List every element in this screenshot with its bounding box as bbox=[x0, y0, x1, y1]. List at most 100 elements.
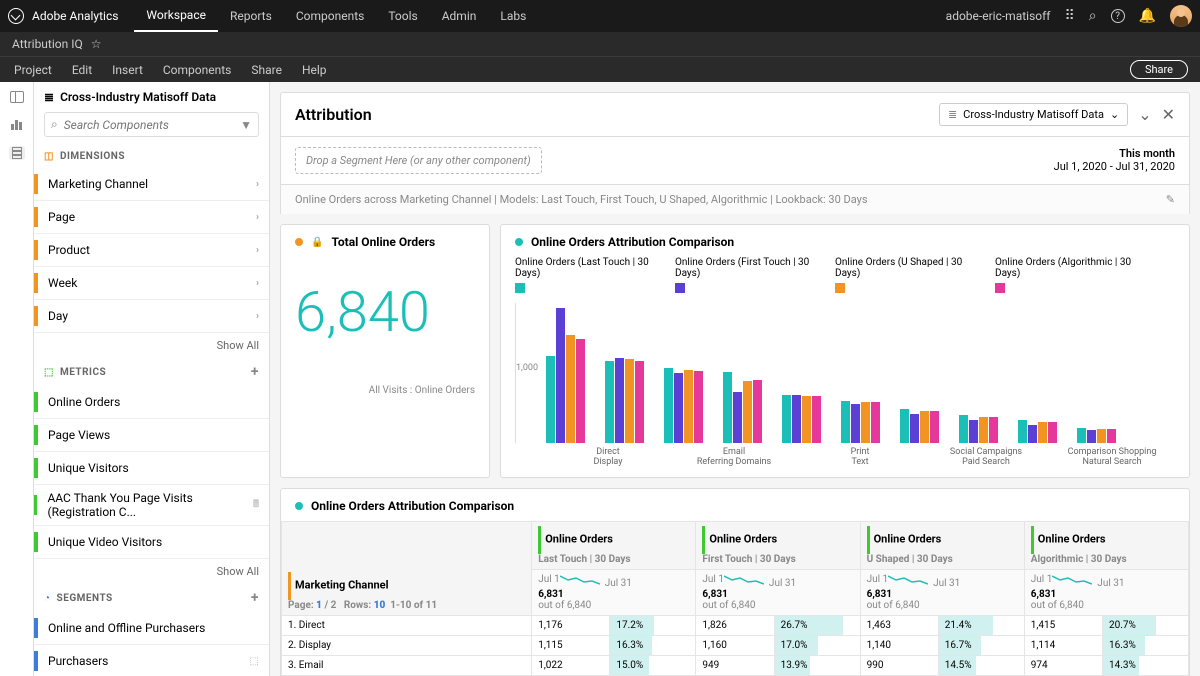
nav-labs[interactable]: Labs bbox=[488, 0, 538, 32]
seg-online-offline[interactable]: Online and Offline Purchasers bbox=[34, 612, 269, 645]
freeform-table: Marketing ChannelPage: 1 / 2 Rows: 10 1-… bbox=[281, 521, 1189, 676]
attribution-comparison-table[interactable]: Online Orders Attribution Comparison Mar… bbox=[280, 488, 1190, 676]
avatar[interactable] bbox=[1170, 5, 1192, 27]
components-sidebar: ≣ Cross-Industry Matisoff Data ⌕ ▼ ◫ DIM… bbox=[34, 82, 270, 676]
viz-dot-icon bbox=[295, 238, 303, 246]
close-icon[interactable]: ✕ bbox=[1162, 105, 1175, 124]
lock-icon: 🔒 bbox=[311, 237, 323, 248]
dim-day[interactable]: Day› bbox=[34, 300, 269, 333]
panel-dropzone-row: Drop a Segment Here (or any other compon… bbox=[280, 137, 1190, 185]
segments-header: ◔ SEGMENTS + bbox=[34, 584, 269, 612]
chevron-right-icon: › bbox=[256, 311, 259, 322]
calc-metric-icon: 🖩 bbox=[253, 497, 259, 514]
dimensions-show-all[interactable]: Show All bbox=[34, 333, 269, 358]
kpi-total-orders[interactable]: 🔒Total Online Orders 6,840 All Visits : … bbox=[280, 224, 490, 478]
nav-admin[interactable]: Admin bbox=[430, 0, 489, 32]
table-row: 2. Display1,11516.3%1,16017.0%1,14016.7%… bbox=[282, 636, 1189, 656]
nav-workspace[interactable]: Workspace bbox=[134, 0, 218, 32]
share-button[interactable]: Share bbox=[1130, 60, 1188, 79]
viz-dot-icon bbox=[295, 502, 303, 510]
segment-dropzone[interactable]: Drop a Segment Here (or any other compon… bbox=[295, 147, 542, 174]
attribution-comparison-chart[interactable]: Online Orders Attribution Comparison Onl… bbox=[500, 224, 1190, 478]
nav-tools[interactable]: Tools bbox=[376, 0, 429, 32]
search-input[interactable] bbox=[64, 118, 234, 132]
menu-share[interactable]: Share bbox=[241, 63, 292, 77]
report-suite-selector[interactable]: ≣ Cross-Industry Matisoff Data ⌄ bbox=[939, 103, 1128, 126]
panel-title: Attribution bbox=[295, 105, 372, 124]
panels-icon[interactable] bbox=[9, 90, 25, 104]
user-name: adobe-eric-matisoff bbox=[946, 9, 1051, 23]
workspace-canvas: Attribution ≣ Cross-Industry Matisoff Da… bbox=[270, 82, 1200, 676]
nav-components[interactable]: Components bbox=[284, 0, 377, 32]
dimensions-icon: ◫ bbox=[44, 151, 54, 162]
met-aac[interactable]: AAC Thank You Page Visits (Registration … bbox=[34, 485, 269, 526]
menu-help[interactable]: Help bbox=[292, 63, 337, 77]
panel-header: Attribution ≣ Cross-Industry Matisoff Da… bbox=[280, 92, 1190, 137]
chevron-down-icon[interactable]: ⌄ bbox=[1138, 105, 1151, 124]
chevron-right-icon: › bbox=[256, 179, 259, 190]
filter-icon[interactable]: ▼ bbox=[240, 118, 252, 132]
x-axis-row2: DisplayReferring DomainsTextPaid SearchN… bbox=[515, 457, 1175, 467]
kpi-value: 6,840 bbox=[295, 279, 475, 345]
dataset-header[interactable]: ≣ Cross-Industry Matisoff Data bbox=[34, 82, 269, 112]
edit-icon[interactable]: ✎ bbox=[1166, 193, 1175, 206]
search-icon: ⌕ bbox=[51, 117, 58, 132]
y-axis-tick: 1,000 bbox=[516, 363, 538, 373]
dim-product[interactable]: Product› bbox=[34, 234, 269, 267]
menu-components[interactable]: Components bbox=[153, 63, 242, 77]
project-menubar: Project Edit Insert Components Share Hel… bbox=[0, 56, 1200, 82]
chart-plot-area: 1,000 bbox=[515, 303, 1175, 443]
dim-marketing-channel[interactable]: Marketing Channel› bbox=[34, 168, 269, 201]
app-name: Adobe Analytics bbox=[32, 9, 118, 23]
components-icon[interactable] bbox=[9, 146, 25, 160]
table-row: 1. Direct1,17617.2%1,82626.7%1,46321.4%1… bbox=[282, 616, 1189, 636]
met-unique-video[interactable]: Unique Video Visitors bbox=[34, 526, 269, 559]
panel-description: Online Orders across Marketing Channel |… bbox=[280, 185, 1190, 214]
search-components[interactable]: ⌕ ▼ bbox=[44, 112, 259, 137]
chevron-right-icon: › bbox=[256, 278, 259, 289]
dimensions-header: ◫ DIMENSIONS bbox=[34, 145, 269, 168]
metrics-icon: ⬚ bbox=[44, 367, 54, 378]
global-header: Adobe Analytics Workspace Reports Compon… bbox=[0, 0, 1200, 32]
dim-week[interactable]: Week› bbox=[34, 267, 269, 300]
table-row: 3. Email1,02215.0%94913.9%99014.5%97414.… bbox=[282, 656, 1189, 676]
favorite-star-icon[interactable]: ☆ bbox=[91, 37, 102, 51]
dim-page[interactable]: Page› bbox=[34, 201, 269, 234]
segments-icon: ◔ bbox=[44, 593, 51, 604]
add-metric-icon[interactable]: + bbox=[251, 364, 259, 380]
search-icon[interactable]: ⌕ bbox=[1089, 8, 1097, 24]
x-axis-row1: DirectEmailPrintSocial CampaignsComparis… bbox=[515, 447, 1175, 457]
metrics-header: ⬚ METRICS + bbox=[34, 358, 269, 386]
apps-icon[interactable]: ⠿ bbox=[1064, 8, 1074, 24]
project-title: Attribution IQ bbox=[12, 37, 83, 51]
legend-swatch bbox=[995, 283, 1005, 293]
shared-segment-icon: ⬚ bbox=[250, 656, 259, 667]
add-segment-icon[interactable]: + bbox=[251, 590, 259, 606]
chart-legend: Online Orders (Last Touch | 30 Days) Onl… bbox=[515, 257, 1175, 293]
date-range-picker[interactable]: This month Jul 1, 2020 - Jul 31, 2020 bbox=[1054, 147, 1175, 173]
kpi-subtitle: All Visits : Online Orders bbox=[295, 385, 475, 396]
chevron-right-icon: › bbox=[256, 212, 259, 223]
left-icon-rail bbox=[0, 82, 34, 676]
met-unique-visitors[interactable]: Unique Visitors bbox=[34, 452, 269, 485]
menu-edit[interactable]: Edit bbox=[62, 63, 102, 77]
met-page-views[interactable]: Page Views bbox=[34, 419, 269, 452]
chevron-down-icon: ⌄ bbox=[1110, 108, 1119, 121]
seg-purchasers[interactable]: Purchasers⬚ bbox=[34, 645, 269, 676]
legend-swatch bbox=[675, 283, 685, 293]
brand: Adobe Analytics bbox=[8, 8, 118, 24]
viz-dot-icon bbox=[515, 238, 523, 246]
nav-reports[interactable]: Reports bbox=[218, 0, 284, 32]
bell-icon[interactable]: 🔔 bbox=[1139, 8, 1156, 24]
project-title-bar: Attribution IQ ☆ bbox=[0, 32, 1200, 56]
dataset-name: Cross-Industry Matisoff Data bbox=[60, 90, 216, 104]
menu-project[interactable]: Project bbox=[4, 63, 62, 77]
menu-insert[interactable]: Insert bbox=[102, 63, 153, 77]
chevron-right-icon: › bbox=[256, 245, 259, 256]
met-online-orders[interactable]: Online Orders bbox=[34, 386, 269, 419]
help-icon[interactable]: ? bbox=[1111, 9, 1125, 23]
visualizations-icon[interactable] bbox=[9, 118, 25, 132]
adobe-logo-icon bbox=[8, 8, 24, 24]
metrics-show-all[interactable]: Show All bbox=[34, 559, 269, 584]
database-icon: ≣ bbox=[948, 108, 957, 121]
